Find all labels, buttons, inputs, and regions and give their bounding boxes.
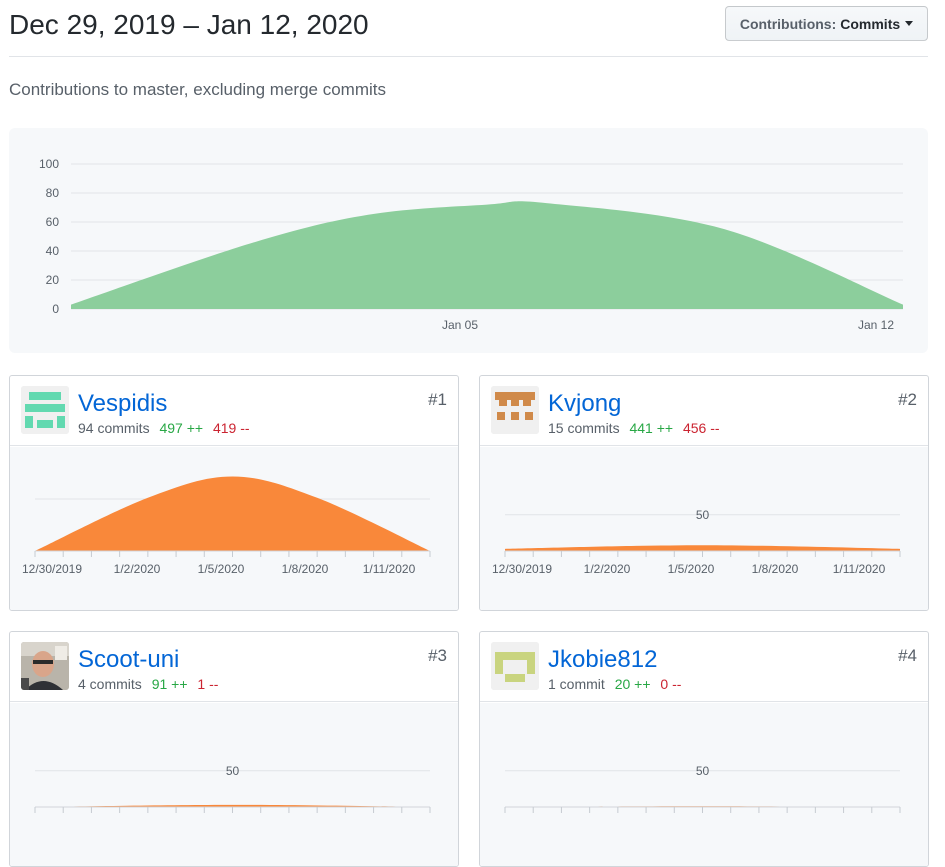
- contributor-graph: 50: [10, 703, 458, 866]
- identicon-teal-icon: [21, 386, 69, 434]
- deletions-count: 419 --: [212, 420, 250, 436]
- contributor-name-link[interactable]: Kvjong: [548, 390, 621, 418]
- avatar[interactable]: [491, 642, 539, 690]
- identicon-olive-icon: [491, 642, 539, 690]
- deletions-count: 1 --: [197, 676, 219, 692]
- x-tick-label: 1/5/2020: [198, 562, 245, 576]
- contributor-rank: #1: [428, 390, 447, 409]
- contributor-commits-chart: 12/30/2019 1/2/2020 1/5/2020 1/8/2020 1/11/2…: [22, 476, 431, 576]
- series-area: [35, 476, 430, 551]
- select-label: Contributions:: [739, 15, 837, 32]
- contributor-graph: 50 12/30/2019 1/2/2020 1/5/2020 1/8/2020 1/11…: [480, 447, 928, 610]
- contributor-header: Jkobie812 1 commit 20 ++ 0 -- #4: [480, 632, 928, 702]
- x-tick-label: 12/30/2019: [22, 562, 82, 576]
- contributor-stats: 4 commits 91 ++ 1 --: [78, 676, 218, 692]
- y-tick-label: 50: [696, 508, 710, 522]
- contributor-header: Kvjong 15 commits 441 ++ 456 -- #2: [480, 376, 928, 446]
- x-tick-label: 1/5/2020: [668, 562, 715, 576]
- commit-count: 1 commit: [548, 676, 605, 692]
- contributor-card: Vespidis 94 commits 497 ++ 419 -- #1 12/…: [9, 375, 459, 611]
- x-tick-label: 1/8/2020: [282, 562, 329, 576]
- contributor-stats: 94 commits 497 ++ 419 --: [78, 420, 250, 436]
- y-tick-label: 100: [39, 157, 59, 171]
- avatar[interactable]: [21, 642, 69, 690]
- deletions-count: 456 --: [682, 420, 720, 436]
- caret-down-icon: [905, 21, 914, 26]
- y-tick-label: 60: [46, 215, 60, 229]
- additions-count: 20 ++: [614, 676, 651, 692]
- contributor-card: Kvjong 15 commits 441 ++ 456 -- #2 50 12/…: [479, 375, 929, 611]
- avatar[interactable]: [491, 386, 539, 434]
- overall-contributions-chart: 0 20 40 60 80 100 Jan 05 Jan 12: [39, 157, 903, 332]
- contributions-type-select[interactable]: Contributions: Commits: [725, 6, 928, 41]
- x-tick-label: 1/2/2020: [584, 562, 631, 576]
- contributor-header: Vespidis 94 commits 497 ++ 419 -- #1: [10, 376, 458, 446]
- series-area: [505, 545, 900, 551]
- x-tick-label: 1/2/2020: [114, 562, 161, 576]
- commit-count: 4 commits: [78, 676, 142, 692]
- select-value: Commits: [840, 15, 901, 32]
- contributor-stats: 15 commits 441 ++ 456 --: [548, 420, 720, 436]
- y-tick-label: 50: [696, 764, 710, 778]
- commit-count: 15 commits: [548, 420, 620, 436]
- contributor-rank: #4: [898, 646, 917, 665]
- contributor-name-link[interactable]: Vespidis: [78, 390, 167, 418]
- x-tick-label: Jan 05: [442, 318, 478, 332]
- additions-count: 91 ++: [151, 676, 188, 692]
- y-tick-label: 50: [226, 764, 240, 778]
- date-range-title: Dec 29, 2019 – Jan 12, 2020: [9, 9, 369, 40]
- contributor-commits-chart: 50: [504, 764, 901, 813]
- x-tick-label: 1/8/2020: [752, 562, 799, 576]
- x-tick-label: 12/30/2019: [492, 562, 552, 576]
- overall-contributions-graph: 0 20 40 60 80 100 Jan 05 Jan 12: [9, 128, 928, 353]
- contributor-graph: 50: [480, 703, 928, 866]
- avatar[interactable]: [21, 386, 69, 434]
- contributor-card: Jkobie812 1 commit 20 ++ 0 -- #4 50: [479, 631, 929, 867]
- series-area: [71, 201, 903, 309]
- commit-count: 94 commits: [78, 420, 150, 436]
- x-tick-label: Jan 12: [858, 318, 894, 332]
- contributor-stats: 1 commit 20 ++ 0 --: [548, 676, 681, 692]
- y-tick-label: 20: [46, 273, 60, 287]
- additions-count: 441 ++: [629, 420, 674, 436]
- contributor-name-link[interactable]: Jkobie812: [548, 646, 657, 674]
- y-tick-label: 0: [52, 302, 59, 316]
- contributor-graph: 12/30/2019 1/2/2020 1/5/2020 1/8/2020 1/11/2…: [10, 447, 458, 610]
- deletions-count: 0 --: [660, 676, 682, 692]
- x-tick-label: 1/11/2020: [363, 562, 416, 576]
- contributor-rank: #2: [898, 390, 917, 409]
- user-photo-icon: [21, 642, 69, 690]
- graph-subtitle: Contributions to master, excluding merge…: [9, 80, 386, 99]
- x-tick-label: 1/11/2020: [833, 562, 886, 576]
- additions-count: 497 ++: [159, 420, 204, 436]
- contributor-name-link[interactable]: Scoot-uni: [78, 646, 179, 674]
- contributor-rank: #3: [428, 646, 447, 665]
- identicon-brown-icon: [491, 386, 539, 434]
- contributor-card: Scoot-uni 4 commits 91 ++ 1 -- #3 50: [9, 631, 459, 867]
- contributor-commits-chart: 50: [34, 764, 431, 813]
- y-tick-label: 80: [46, 186, 60, 200]
- y-tick-label: 40: [46, 244, 60, 258]
- contributor-header: Scoot-uni 4 commits 91 ++ 1 -- #3: [10, 632, 458, 702]
- page-header: Dec 29, 2019 – Jan 12, 2020 Contribution…: [9, 0, 928, 57]
- contributor-commits-chart: 50 12/30/2019 1/2/2020 1/5/2020 1/8/2020 1/11…: [492, 508, 901, 576]
